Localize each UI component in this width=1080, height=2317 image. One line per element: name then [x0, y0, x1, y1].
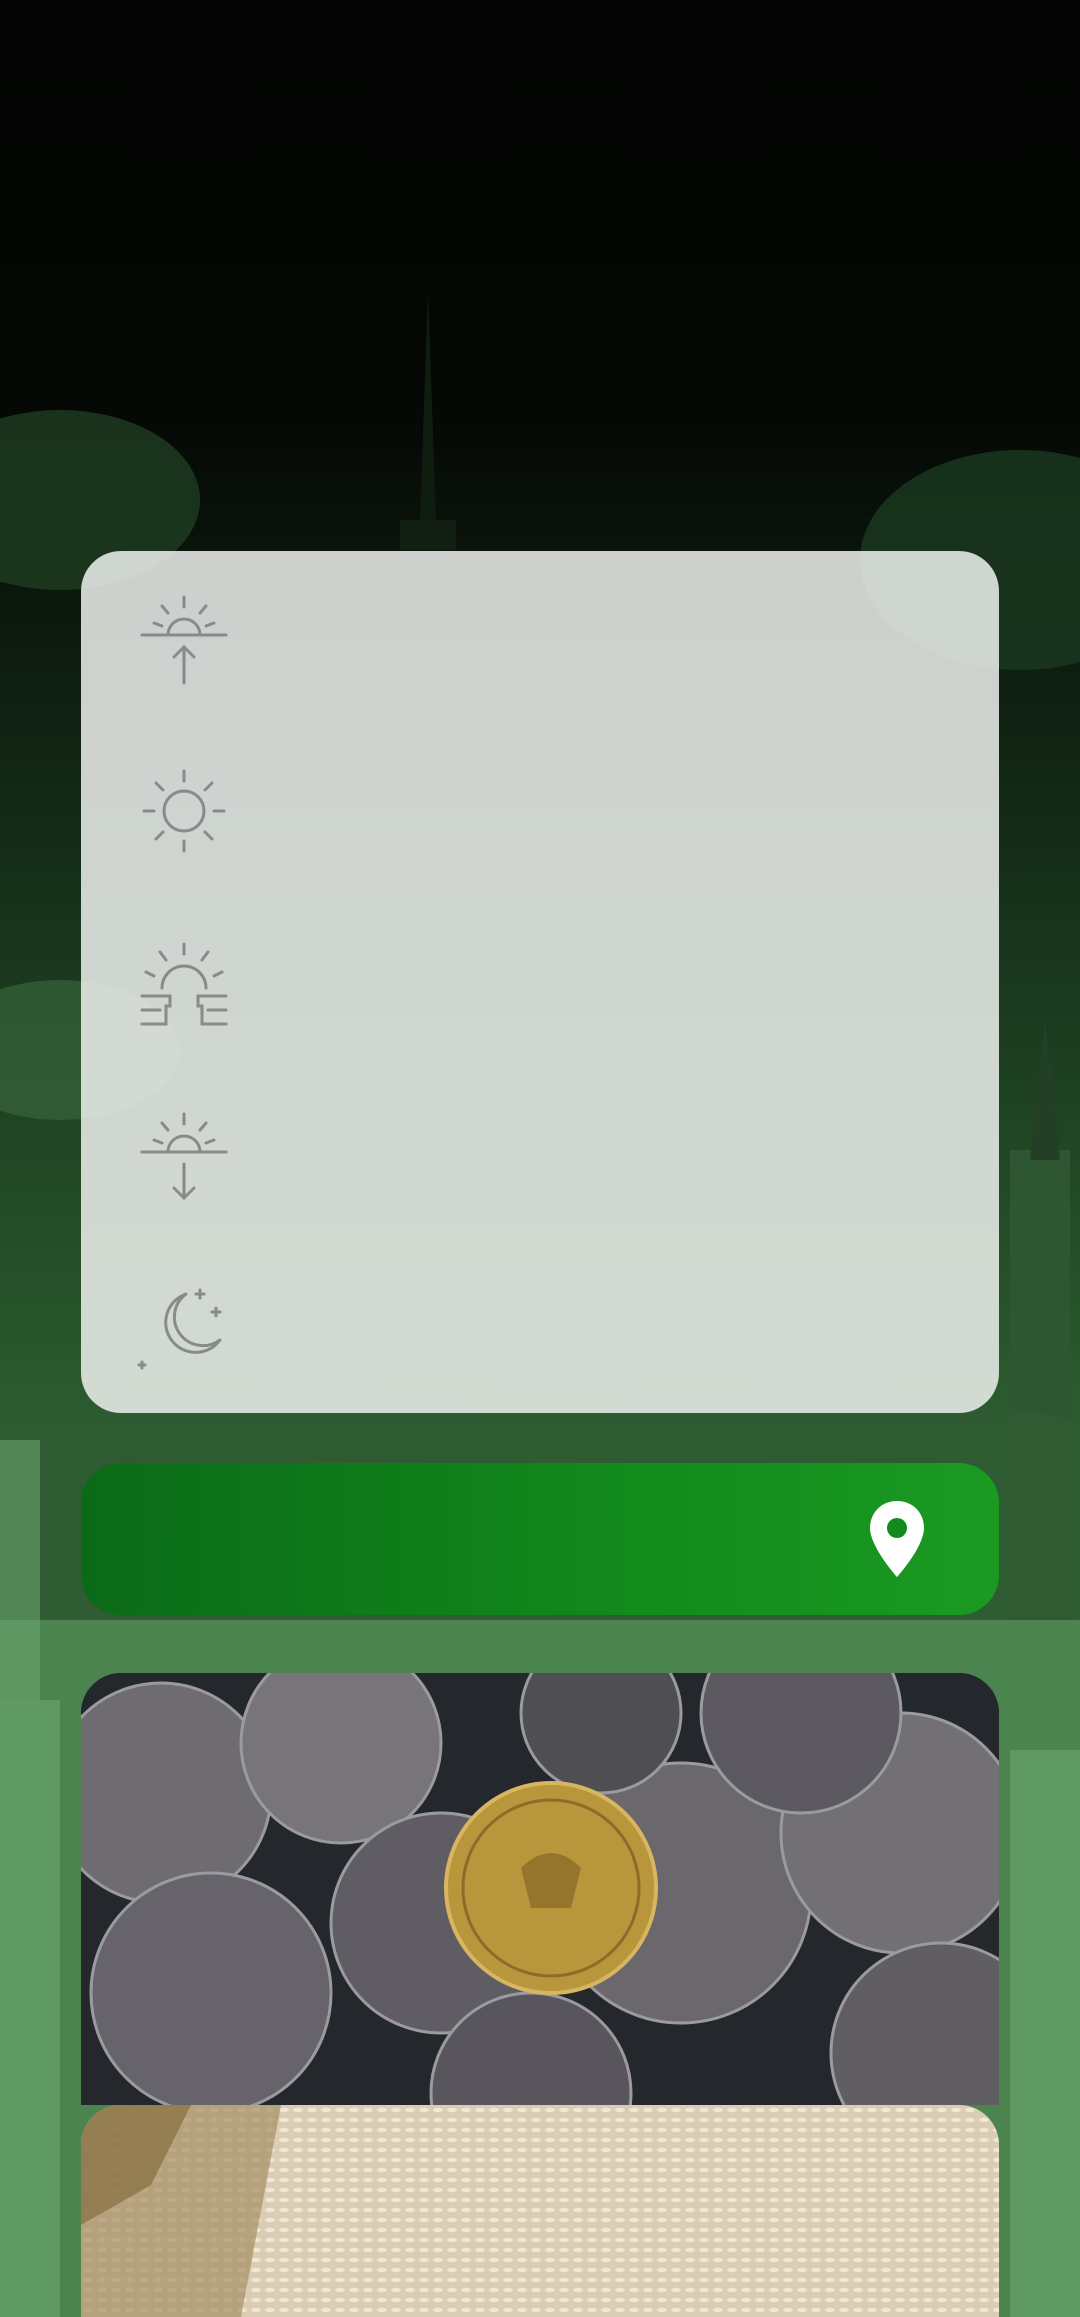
sun-icon: [136, 763, 232, 859]
location-bar[interactable]: [81, 1463, 999, 1615]
sunset-down-icon: [136, 1108, 232, 1204]
map-pin-icon: [866, 1499, 928, 1579]
prayer-times-card: [81, 551, 999, 1413]
moon-stars-icon: [136, 1280, 232, 1376]
coins-card[interactable]: [81, 1673, 999, 2105]
rice-photo: [81, 2105, 999, 2317]
coins-photo: [81, 1673, 999, 2105]
rice-card[interactable]: [81, 2105, 999, 2317]
sun-over-dome-icon: [136, 936, 232, 1032]
sunrise-up-icon: [136, 591, 232, 687]
